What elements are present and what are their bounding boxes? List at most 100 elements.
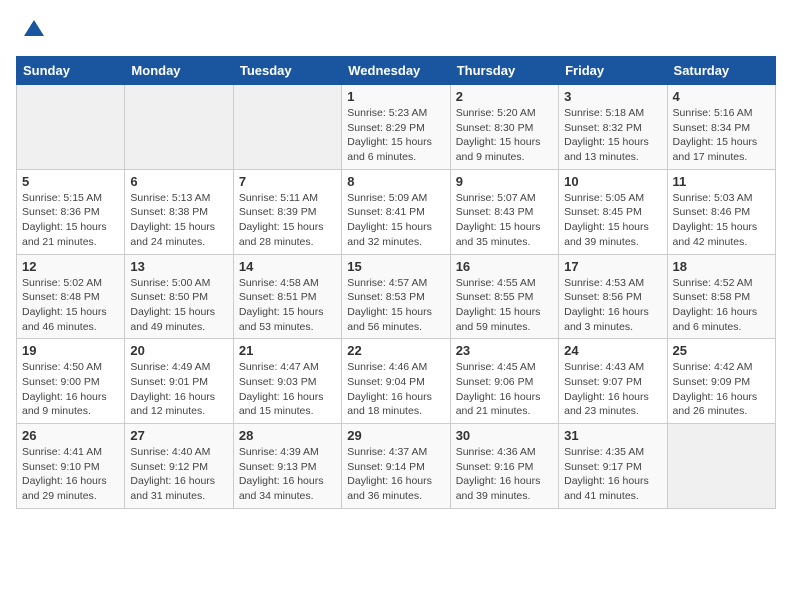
day-info: Sunrise: 4:36 AMSunset: 9:16 PMDaylight:… bbox=[456, 445, 553, 504]
day-number: 19 bbox=[22, 343, 119, 358]
calendar-cell bbox=[233, 85, 341, 170]
day-number: 21 bbox=[239, 343, 336, 358]
calendar-cell: 25 Sunrise: 4:42 AMSunset: 9:09 PMDayligh… bbox=[667, 339, 775, 424]
day-info: Sunrise: 4:41 AMSunset: 9:10 PMDaylight:… bbox=[22, 445, 119, 504]
day-info: Sunrise: 5:16 AMSunset: 8:34 PMDaylight:… bbox=[673, 106, 770, 165]
day-number: 15 bbox=[347, 259, 444, 274]
calendar-cell: 14Sunrise: 4:58 AMSunset: 8:51 PMDayligh… bbox=[233, 254, 341, 339]
calendar-cell: 13 Sunrise: 5:00 AMSunset: 8:50 PMDayligh… bbox=[125, 254, 233, 339]
day-info: Sunrise: 4:47 AMSunset: 9:03 PMDaylight:… bbox=[239, 360, 336, 419]
day-number: 13 bbox=[130, 259, 227, 274]
day-of-week-wednesday: Wednesday bbox=[342, 57, 450, 85]
day-number: 18 bbox=[673, 259, 770, 274]
day-info: Sunrise: 5:23 AMSunset: 8:29 PMDaylight:… bbox=[347, 106, 444, 165]
day-number: 6 bbox=[130, 174, 227, 189]
calendar-table: SundayMondayTuesdayWednesdayThursdayFrid… bbox=[16, 56, 776, 509]
day-info: Sunrise: 4:37 AMSunset: 9:14 PMDaylight:… bbox=[347, 445, 444, 504]
day-number: 30 bbox=[456, 428, 553, 443]
calendar-cell: 6 Sunrise: 5:13 AMSunset: 8:38 PMDaylight… bbox=[125, 169, 233, 254]
calendar-week-5: 26 Sunrise: 4:41 AMSunset: 9:10 PMDayligh… bbox=[17, 424, 776, 509]
days-of-week-row: SundayMondayTuesdayWednesdayThursdayFrid… bbox=[17, 57, 776, 85]
day-info: Sunrise: 4:35 AMSunset: 9:17 PMDaylight:… bbox=[564, 445, 661, 504]
calendar-cell bbox=[125, 85, 233, 170]
day-info: Sunrise: 4:57 AMSunset: 8:53 PMDaylight:… bbox=[347, 276, 444, 335]
day-info: Sunrise: 5:02 AMSunset: 8:48 PMDaylight:… bbox=[22, 276, 119, 335]
day-info: Sunrise: 5:03 AMSunset: 8:46 PMDaylight:… bbox=[673, 191, 770, 250]
day-number: 10 bbox=[564, 174, 661, 189]
calendar-cell: 24 Sunrise: 4:43 AMSunset: 9:07 PMDayligh… bbox=[559, 339, 667, 424]
calendar-cell bbox=[667, 424, 775, 509]
day-number: 24 bbox=[564, 343, 661, 358]
calendar-cell: 20 Sunrise: 4:49 AMSunset: 9:01 PMDayligh… bbox=[125, 339, 233, 424]
day-of-week-thursday: Thursday bbox=[450, 57, 558, 85]
day-number: 16 bbox=[456, 259, 553, 274]
day-info: Sunrise: 4:58 AMSunset: 8:51 PMDaylight:… bbox=[239, 276, 336, 335]
day-number: 11 bbox=[673, 174, 770, 189]
day-info: Sunrise: 5:15 AMSunset: 8:36 PMDaylight:… bbox=[22, 191, 119, 250]
day-number: 22 bbox=[347, 343, 444, 358]
day-number: 17 bbox=[564, 259, 661, 274]
day-info: Sunrise: 4:49 AMSunset: 9:01 PMDaylight:… bbox=[130, 360, 227, 419]
day-info: Sunrise: 4:46 AMSunset: 9:04 PMDaylight:… bbox=[347, 360, 444, 419]
page-header bbox=[16, 16, 776, 44]
calendar-cell: 3Sunrise: 5:18 AMSunset: 8:32 PMDaylight… bbox=[559, 85, 667, 170]
calendar-cell: 17 Sunrise: 4:53 AMSunset: 8:56 PMDayligh… bbox=[559, 254, 667, 339]
calendar-cell: 7 Sunrise: 5:11 AMSunset: 8:39 PMDaylight… bbox=[233, 169, 341, 254]
day-info: Sunrise: 4:40 AMSunset: 9:12 PMDaylight:… bbox=[130, 445, 227, 504]
calendar-cell: 4 Sunrise: 5:16 AMSunset: 8:34 PMDaylight… bbox=[667, 85, 775, 170]
day-number: 12 bbox=[22, 259, 119, 274]
day-info: Sunrise: 4:50 AMSunset: 9:00 PMDaylight:… bbox=[22, 360, 119, 419]
day-number: 2 bbox=[456, 89, 553, 104]
day-of-week-saturday: Saturday bbox=[667, 57, 775, 85]
day-number: 4 bbox=[673, 89, 770, 104]
day-info: Sunrise: 5:11 AMSunset: 8:39 PMDaylight:… bbox=[239, 191, 336, 250]
day-number: 25 bbox=[673, 343, 770, 358]
day-info: Sunrise: 4:55 AMSunset: 8:55 PMDaylight:… bbox=[456, 276, 553, 335]
logo-icon bbox=[20, 16, 48, 44]
calendar-cell: 30 Sunrise: 4:36 AMSunset: 9:16 PMDayligh… bbox=[450, 424, 558, 509]
calendar-cell: 22 Sunrise: 4:46 AMSunset: 9:04 PMDayligh… bbox=[342, 339, 450, 424]
calendar-cell: 26 Sunrise: 4:41 AMSunset: 9:10 PMDayligh… bbox=[17, 424, 125, 509]
calendar-week-1: 1 Sunrise: 5:23 AMSunset: 8:29 PMDaylight… bbox=[17, 85, 776, 170]
calendar-cell: 12 Sunrise: 5:02 AMSunset: 8:48 PMDayligh… bbox=[17, 254, 125, 339]
calendar-cell: 8 Sunrise: 5:09 AMSunset: 8:41 PMDaylight… bbox=[342, 169, 450, 254]
calendar-cell: 31 Sunrise: 4:35 AMSunset: 9:17 PMDayligh… bbox=[559, 424, 667, 509]
calendar-cell: 10Sunrise: 5:05 AMSunset: 8:45 PMDayligh… bbox=[559, 169, 667, 254]
day-info: Sunrise: 4:53 AMSunset: 8:56 PMDaylight:… bbox=[564, 276, 661, 335]
day-info: Sunrise: 4:43 AMSunset: 9:07 PMDaylight:… bbox=[564, 360, 661, 419]
calendar-week-2: 5Sunrise: 5:15 AMSunset: 8:36 PMDaylight… bbox=[17, 169, 776, 254]
day-info: Sunrise: 5:18 AMSunset: 8:32 PMDaylight:… bbox=[564, 106, 661, 165]
day-info: Sunrise: 4:39 AMSunset: 9:13 PMDaylight:… bbox=[239, 445, 336, 504]
calendar-cell: 19 Sunrise: 4:50 AMSunset: 9:00 PMDayligh… bbox=[17, 339, 125, 424]
day-number: 1 bbox=[347, 89, 444, 104]
calendar-cell: 29 Sunrise: 4:37 AMSunset: 9:14 PMDayligh… bbox=[342, 424, 450, 509]
day-of-week-sunday: Sunday bbox=[17, 57, 125, 85]
calendar-cell: 27 Sunrise: 4:40 AMSunset: 9:12 PMDayligh… bbox=[125, 424, 233, 509]
calendar-week-3: 12 Sunrise: 5:02 AMSunset: 8:48 PMDayligh… bbox=[17, 254, 776, 339]
day-number: 31 bbox=[564, 428, 661, 443]
calendar-cell: 1 Sunrise: 5:23 AMSunset: 8:29 PMDaylight… bbox=[342, 85, 450, 170]
day-number: 29 bbox=[347, 428, 444, 443]
day-number: 26 bbox=[22, 428, 119, 443]
calendar-cell bbox=[17, 85, 125, 170]
day-info: Sunrise: 5:00 AMSunset: 8:50 PMDaylight:… bbox=[130, 276, 227, 335]
calendar-cell: 18 Sunrise: 4:52 AMSunset: 8:58 PMDayligh… bbox=[667, 254, 775, 339]
day-info: Sunrise: 4:42 AMSunset: 9:09 PMDaylight:… bbox=[673, 360, 770, 419]
day-info: Sunrise: 5:09 AMSunset: 8:41 PMDaylight:… bbox=[347, 191, 444, 250]
calendar-cell: 21 Sunrise: 4:47 AMSunset: 9:03 PMDayligh… bbox=[233, 339, 341, 424]
day-of-week-monday: Monday bbox=[125, 57, 233, 85]
day-info: Sunrise: 5:07 AMSunset: 8:43 PMDaylight:… bbox=[456, 191, 553, 250]
day-info: Sunrise: 5:13 AMSunset: 8:38 PMDaylight:… bbox=[130, 191, 227, 250]
day-of-week-tuesday: Tuesday bbox=[233, 57, 341, 85]
day-number: 20 bbox=[130, 343, 227, 358]
day-number: 27 bbox=[130, 428, 227, 443]
day-number: 7 bbox=[239, 174, 336, 189]
calendar-week-4: 19 Sunrise: 4:50 AMSunset: 9:00 PMDayligh… bbox=[17, 339, 776, 424]
day-info: Sunrise: 5:20 AMSunset: 8:30 PMDaylight:… bbox=[456, 106, 553, 165]
calendar-cell: 16 Sunrise: 4:55 AMSunset: 8:55 PMDayligh… bbox=[450, 254, 558, 339]
calendar-header: SundayMondayTuesdayWednesdayThursdayFrid… bbox=[17, 57, 776, 85]
day-info: Sunrise: 4:52 AMSunset: 8:58 PMDaylight:… bbox=[673, 276, 770, 335]
day-number: 8 bbox=[347, 174, 444, 189]
calendar-cell: 5Sunrise: 5:15 AMSunset: 8:36 PMDaylight… bbox=[17, 169, 125, 254]
calendar-cell: 2 Sunrise: 5:20 AMSunset: 8:30 PMDaylight… bbox=[450, 85, 558, 170]
